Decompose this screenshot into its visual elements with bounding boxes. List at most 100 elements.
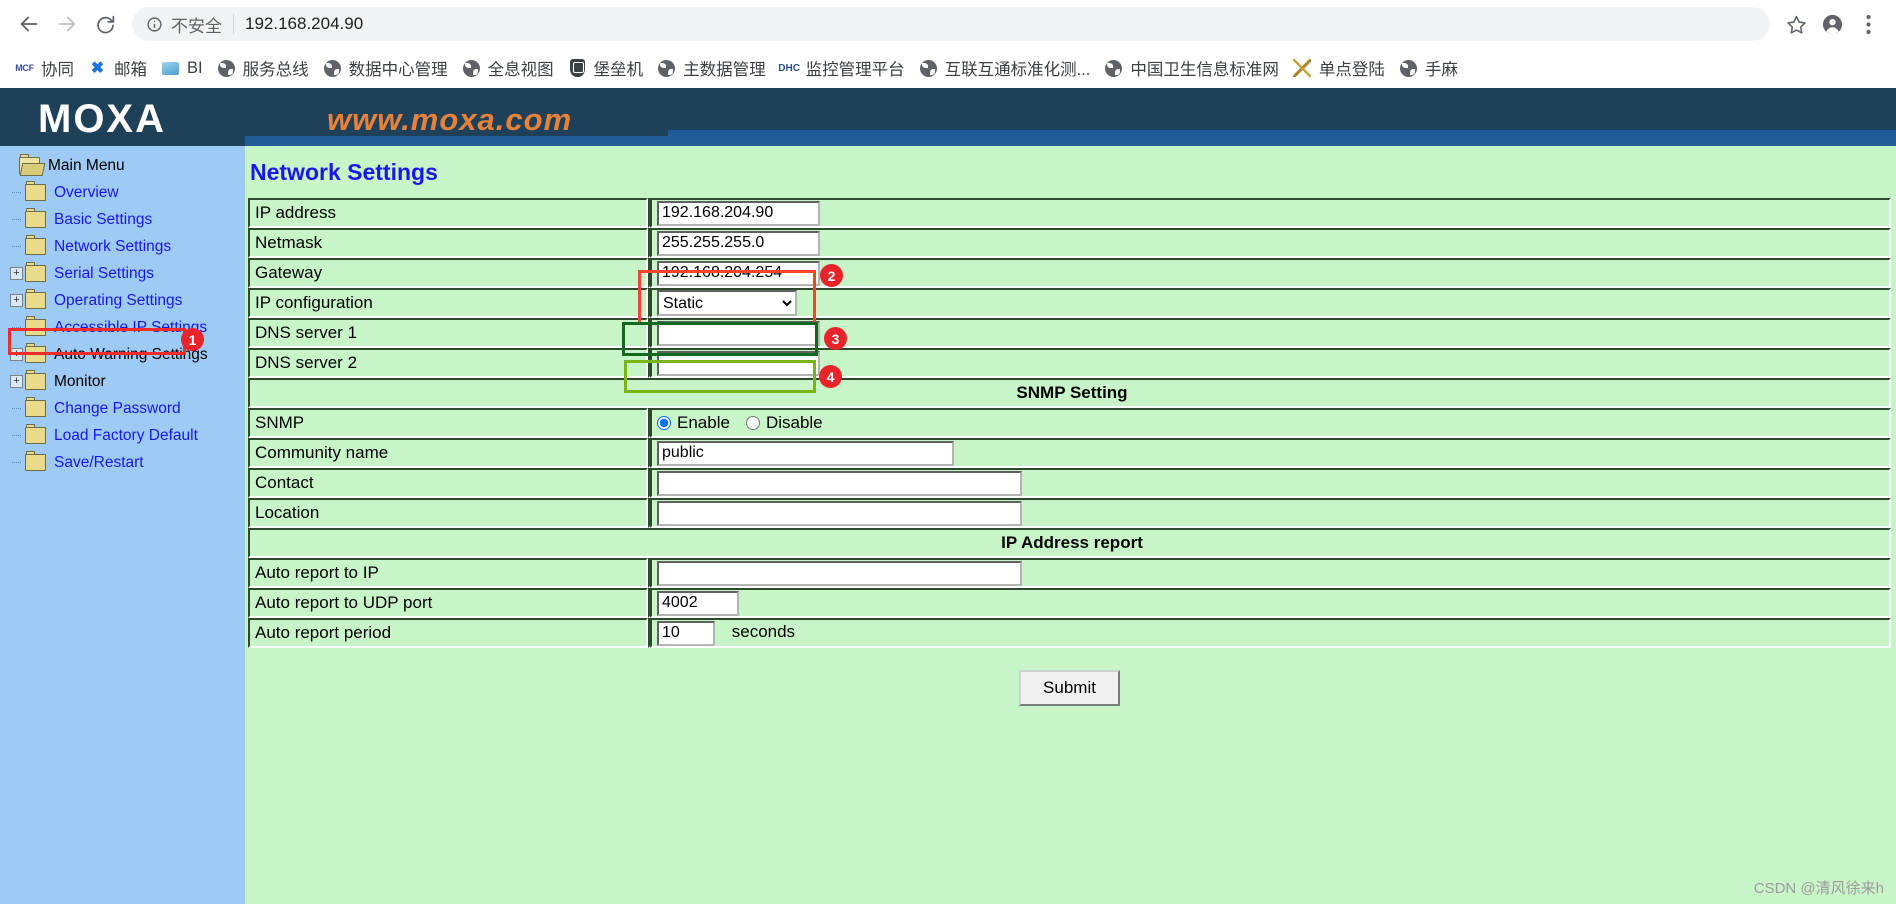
browser-toolbar: 不安全 192.168.204.90: [0, 0, 1896, 48]
row-value: [650, 198, 1891, 228]
reload-icon[interactable]: [86, 5, 124, 43]
profile-icon[interactable]: [1814, 6, 1850, 42]
bookmark-label: 中国卫生信息标准网: [1130, 61, 1279, 79]
gateway-input[interactable]: [657, 260, 820, 286]
mail-x-icon: ✖: [90, 60, 105, 77]
snmp-enable-radio[interactable]: [657, 416, 671, 430]
row-label: DNS server 1: [248, 318, 648, 348]
annotation-badge-2: 2: [820, 264, 843, 287]
submit-button[interactable]: Submit: [1019, 670, 1120, 706]
auto-report-period-input[interactable]: [657, 620, 715, 646]
table-row-ip-configuration: IP configuration Static: [248, 288, 1891, 318]
sidebar-item-main-menu[interactable]: Main Menu: [0, 152, 245, 179]
three-dot-menu-icon[interactable]: [1850, 6, 1886, 42]
bookmark-item[interactable]: 互联互通标准化测...: [912, 54, 1098, 82]
sidebar-item-change-password[interactable]: Change Password: [0, 395, 245, 422]
tree-connector: [10, 240, 23, 253]
bookmark-label: 监控管理平台: [805, 61, 905, 79]
tree-connector: [10, 402, 23, 415]
moxa-url-text: www.moxa.com: [327, 102, 573, 137]
forward-arrow-icon[interactable]: [48, 5, 86, 43]
shield-icon: [568, 59, 587, 78]
bookmark-item[interactable]: 数据中心管理: [316, 54, 455, 82]
bookmarks-bar: MCF 协同 ✖ 邮箱 BI 服务总线 数据中心管理 全息视图 堡垒机 主数据管…: [0, 48, 1896, 88]
sidebar-item-basic-settings[interactable]: Basic Settings: [0, 206, 245, 233]
sidebar-item-save-restart[interactable]: Save/Restart: [0, 449, 245, 476]
folder-icon: [25, 343, 46, 363]
bookmark-label: 主数据管理: [683, 61, 766, 79]
bookmark-item[interactable]: BI: [154, 54, 210, 82]
content-top-strip: [245, 136, 1896, 146]
bookmark-label: 手麻: [1424, 61, 1458, 79]
bookmark-item[interactable]: 堡垒机: [561, 54, 651, 82]
sidebar-item-network-settings[interactable]: Network Settings: [0, 233, 245, 260]
row-value: Static: [650, 288, 1891, 318]
expand-plus-icon[interactable]: +: [10, 348, 23, 361]
dns-server-1-input[interactable]: [657, 320, 820, 346]
snmp-enable-option[interactable]: Enable: [657, 413, 730, 433]
row-value: [650, 468, 1891, 498]
ip-address-input[interactable]: [657, 200, 820, 226]
expand-plus-icon[interactable]: +: [10, 294, 23, 307]
browser-chrome: 不安全 192.168.204.90 MCF 协同 ✖ 邮箱 BI 服务总线 数…: [0, 0, 1896, 88]
ip-configuration-select[interactable]: Static: [657, 290, 797, 316]
snmp-disable-radio[interactable]: [745, 416, 760, 430]
row-label: DNS server 2: [248, 348, 648, 378]
sidebar-item-operating-settings[interactable]: + Operating Settings: [0, 287, 245, 314]
table-row-contact: Contact: [248, 468, 1891, 498]
contact-input[interactable]: [657, 470, 1022, 496]
tree-connector: [10, 321, 23, 334]
netmask-input[interactable]: [657, 230, 820, 256]
bookmark-item[interactable]: 单点登陆: [1286, 54, 1392, 82]
row-label: IP address: [248, 198, 648, 228]
sidebar-item-auto-warning-settings[interactable]: + Auto Warning Settings: [0, 341, 245, 368]
sidebar-item-monitor[interactable]: + Monitor: [0, 368, 245, 395]
snmp-disable-option[interactable]: Disable: [745, 413, 823, 433]
bookmark-item[interactable]: 主数据管理: [650, 54, 773, 82]
bookmark-item[interactable]: DHC 监控管理平台: [773, 54, 912, 82]
dns-server-2-input[interactable]: [657, 350, 820, 376]
bookmark-item[interactable]: 全息视图: [455, 54, 561, 82]
bookmark-item[interactable]: ✖ 邮箱: [81, 54, 154, 82]
sidebar-item-label: Basic Settings: [54, 210, 153, 228]
sidebar-item-accessible-ip-settings[interactable]: Accessible IP Settings: [0, 314, 245, 341]
sidebar-item-overview[interactable]: Overview: [0, 179, 245, 206]
globe-icon: [919, 59, 938, 78]
watermark-text: CSDN @清风徐来h: [1753, 880, 1884, 897]
row-value: seconds: [650, 618, 1891, 648]
table-row-auto-report-ip: Auto report to IP: [248, 558, 1891, 588]
snmp-enable-label: Enable: [677, 413, 730, 432]
sidebar-item-label: Change Password: [54, 399, 181, 417]
info-circle-icon[interactable]: [146, 16, 163, 33]
folder-icon: [25, 181, 46, 201]
globe-icon: [217, 59, 236, 78]
expand-plus-icon[interactable]: +: [10, 267, 23, 280]
bookmark-item[interactable]: 手麻: [1392, 54, 1465, 82]
star-icon[interactable]: [1778, 6, 1814, 42]
table-row-dns-server-2: DNS server 2: [248, 348, 1891, 378]
sidebar-item-label: Serial Settings: [54, 264, 154, 282]
bookmark-item[interactable]: 中国卫生信息标准网: [1097, 54, 1286, 82]
table-row-netmask: Netmask: [248, 228, 1891, 258]
globe-icon: [323, 59, 342, 78]
sidebar-item-label: Network Settings: [54, 237, 172, 255]
auto-report-port-input[interactable]: [657, 590, 739, 616]
community-name-input[interactable]: [657, 440, 954, 466]
sidebar-item-load-factory-default[interactable]: Load Factory Default: [0, 422, 245, 449]
auto-report-ip-input[interactable]: [657, 560, 1022, 586]
bookmark-item[interactable]: MCF 协同: [8, 54, 81, 82]
globe-icon: [657, 59, 676, 78]
location-input[interactable]: [657, 500, 1022, 526]
tree-connector: [10, 213, 23, 226]
bookmark-item[interactable]: 服务总线: [210, 54, 316, 82]
sidebar-item-serial-settings[interactable]: + Serial Settings: [0, 260, 245, 287]
table-row-dns-server-1: DNS server 1: [248, 318, 1891, 348]
back-arrow-icon[interactable]: [10, 5, 48, 43]
globe-icon: [462, 59, 481, 78]
address-bar[interactable]: 不安全 192.168.204.90: [132, 7, 1770, 41]
bookmark-label: 互联互通标准化测...: [944, 61, 1091, 79]
row-label: Gateway: [248, 258, 648, 288]
table-row-snmp: SNMP Enable Disable: [248, 408, 1891, 438]
expand-plus-icon[interactable]: +: [10, 375, 23, 388]
table-row-location: Location: [248, 498, 1891, 528]
